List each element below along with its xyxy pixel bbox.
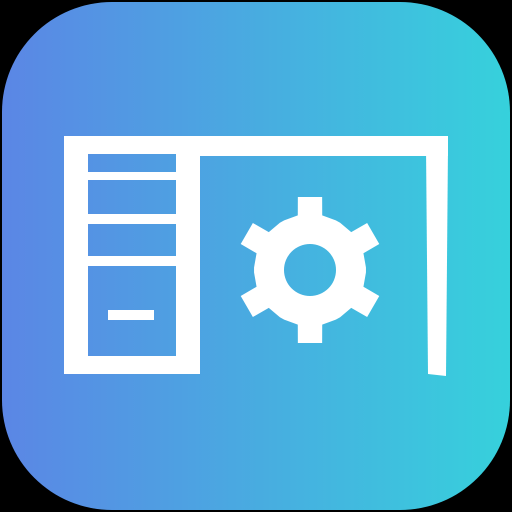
desk-cabinet-bottom (64, 356, 200, 374)
desk-cabinet-top (64, 136, 200, 154)
desk-settings-icon (2, 2, 510, 510)
drawer-right-wall (176, 154, 182, 356)
app-icon[interactable] (0, 0, 512, 512)
drawer-divider-3 (82, 256, 182, 266)
desk-right-leg (426, 146, 448, 376)
drawer-left-wall (82, 154, 88, 356)
drawer-divider-2 (82, 214, 182, 224)
drawer-handle (108, 310, 154, 320)
desk-cabinet-right-edge (182, 136, 200, 374)
drawer-divider-1 (82, 172, 182, 180)
desk-left-edge (64, 136, 82, 374)
desk-top-surface (182, 136, 448, 156)
